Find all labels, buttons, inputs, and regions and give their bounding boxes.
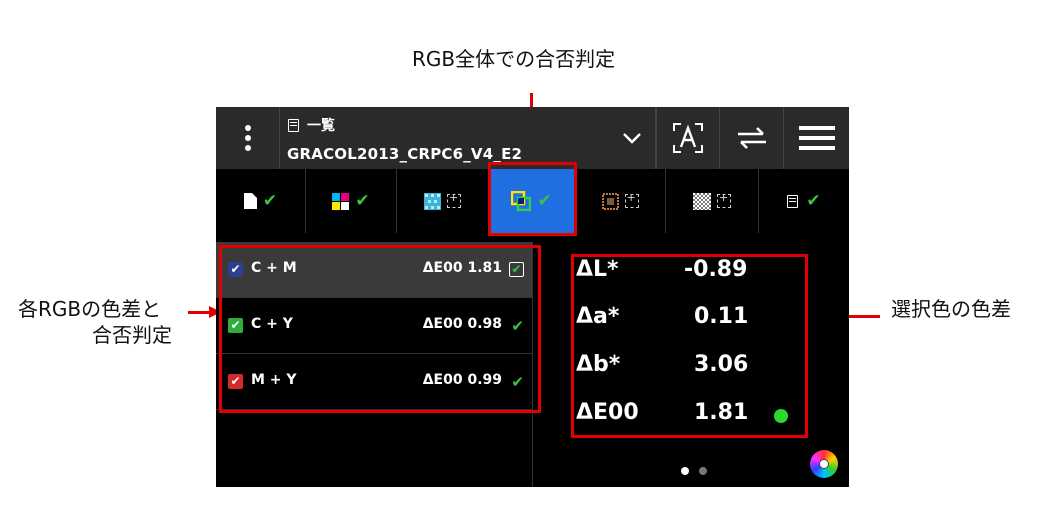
page-indicator[interactable] [676,467,712,475]
tab-cmyk[interactable]: ✔ [306,169,397,233]
profile-selector[interactable]: 一覧 GRACOL2013_CRPC6_V4_E2 [280,107,608,169]
swap-arrows-icon [737,127,766,149]
annotation-arrow-line-left [188,311,210,314]
profile-name: GRACOL2013_CRPC6_V4_E2 [287,145,523,163]
target-icon [447,191,461,208]
tab-halftone[interactable] [397,169,489,233]
annotation-per-rgb-line1: 各RGBの色差と [18,297,162,321]
list-icon [787,194,799,208]
page-icon [243,193,257,209]
tab-dotted-square[interactable] [575,169,666,233]
gradient-pattern-icon [693,192,711,210]
check-icon: ✔ [806,191,821,211]
callout-box-list [219,245,541,413]
color-wheel-icon[interactable] [810,450,838,478]
tab-gradient-pattern[interactable] [666,169,759,233]
tab-page[interactable]: ✔ [216,169,306,233]
cmyk-patch-icon [332,192,350,210]
list-label: 一覧 [307,118,335,134]
target-icon [624,191,639,208]
target-icon [717,191,731,208]
swap-button[interactable] [720,107,784,169]
halftone-icon [424,192,441,210]
dropdown-button[interactable] [608,107,656,169]
font-scan-icon [673,123,703,153]
check-icon: ✔ [262,191,278,211]
callout-box-overall [488,162,577,236]
annotation-per-rgb-line2: 合否判定 [92,323,172,347]
dotted-square-icon [601,192,619,210]
top-bar: 一覧 GRACOL2013_CRPC6_V4_E2 [216,107,849,169]
list-icon [288,118,299,132]
kebab-menu-button[interactable] [216,107,280,169]
page-dot-active [681,467,689,475]
menu-button[interactable] [784,107,849,169]
annotation-selected-diff: 選択色の色差 [891,297,1011,321]
hamburger-menu-icon [798,126,835,150]
page-dot [699,467,707,475]
check-icon: ✔ [355,191,370,211]
annotation-overall-result: RGB全体での合否判定 [412,47,616,71]
callout-box-stats [571,254,808,438]
font-scan-button[interactable] [656,107,720,169]
tab-list[interactable]: ✔ [759,169,849,233]
chevron-down-icon [622,133,641,144]
